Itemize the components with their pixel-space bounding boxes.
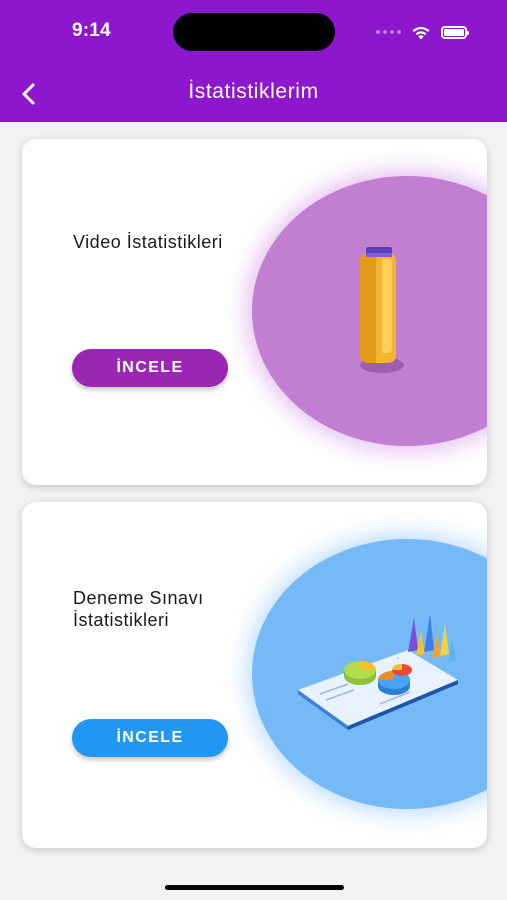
card-title: Deneme Sınavı İstatistikleri [73,588,204,630]
app-header: 9:14 İstatistiklerim [0,0,507,122]
statistics-chart-icon [298,614,458,730]
exam-statistics-card[interactable]: Deneme Sınavı İstatistikleri İNCELE [22,502,487,848]
video-statistics-card[interactable]: Video İstatistikleri İNCELE [22,139,487,485]
video-incele-button[interactable]: İNCELE [72,349,228,387]
cellular-signal-icon [376,30,401,34]
wifi-icon [412,26,430,39]
exam-incele-button[interactable]: İNCELE [72,719,228,757]
page-title: İstatistiklerim [188,80,319,103]
status-icons [376,22,469,42]
card-title: Video İstatistikleri [73,232,223,252]
status-time: 9:14 [72,20,111,41]
bracelet-icon [360,247,404,373]
home-indicator [165,885,344,890]
battery-icon [441,25,469,39]
dynamic-island [173,13,335,51]
statistics-screen: 9:14 İstatistiklerim Video İstatistikler… [0,0,507,900]
